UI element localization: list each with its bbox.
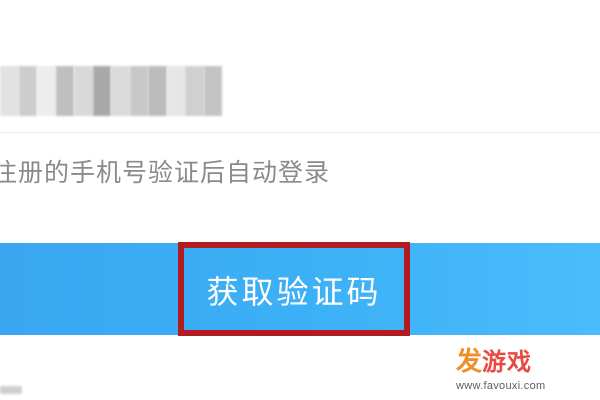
watermark-url: www.favouxi.com [456, 380, 546, 392]
get-code-button-label: 获取验证码 [206, 273, 382, 311]
site-watermark: 发 游戏 www.favouxi.com [456, 346, 596, 398]
phone-blur-block [166, 66, 185, 116]
input-divider [0, 132, 600, 133]
phone-blur-block [129, 66, 148, 116]
phone-blur-block [55, 66, 74, 116]
phone-blur-block [203, 66, 222, 116]
login-screen: 注册的手机号验证后自动登录 获取验证码 发 游戏 www.favouxi.com [0, 0, 600, 400]
partial-next-item [0, 378, 30, 400]
phone-blur-block [111, 66, 130, 116]
phone-blur-block [18, 66, 37, 116]
auto-login-hint: 注册的手机号验证后自动登录 [0, 158, 331, 187]
phone-blur-block [92, 66, 111, 116]
watermark-logo-rest: 游戏 [482, 348, 533, 376]
phone-blur-block [185, 66, 204, 116]
phone-blur-block [148, 66, 167, 116]
watermark-logo-first: 发 [456, 347, 483, 377]
phone-blur-block [37, 66, 56, 116]
phone-number-input[interactable] [0, 66, 222, 116]
phone-blur-block [0, 66, 19, 116]
phone-blur-block [74, 66, 93, 116]
highlight-frame: 获取验证码 [178, 242, 410, 336]
